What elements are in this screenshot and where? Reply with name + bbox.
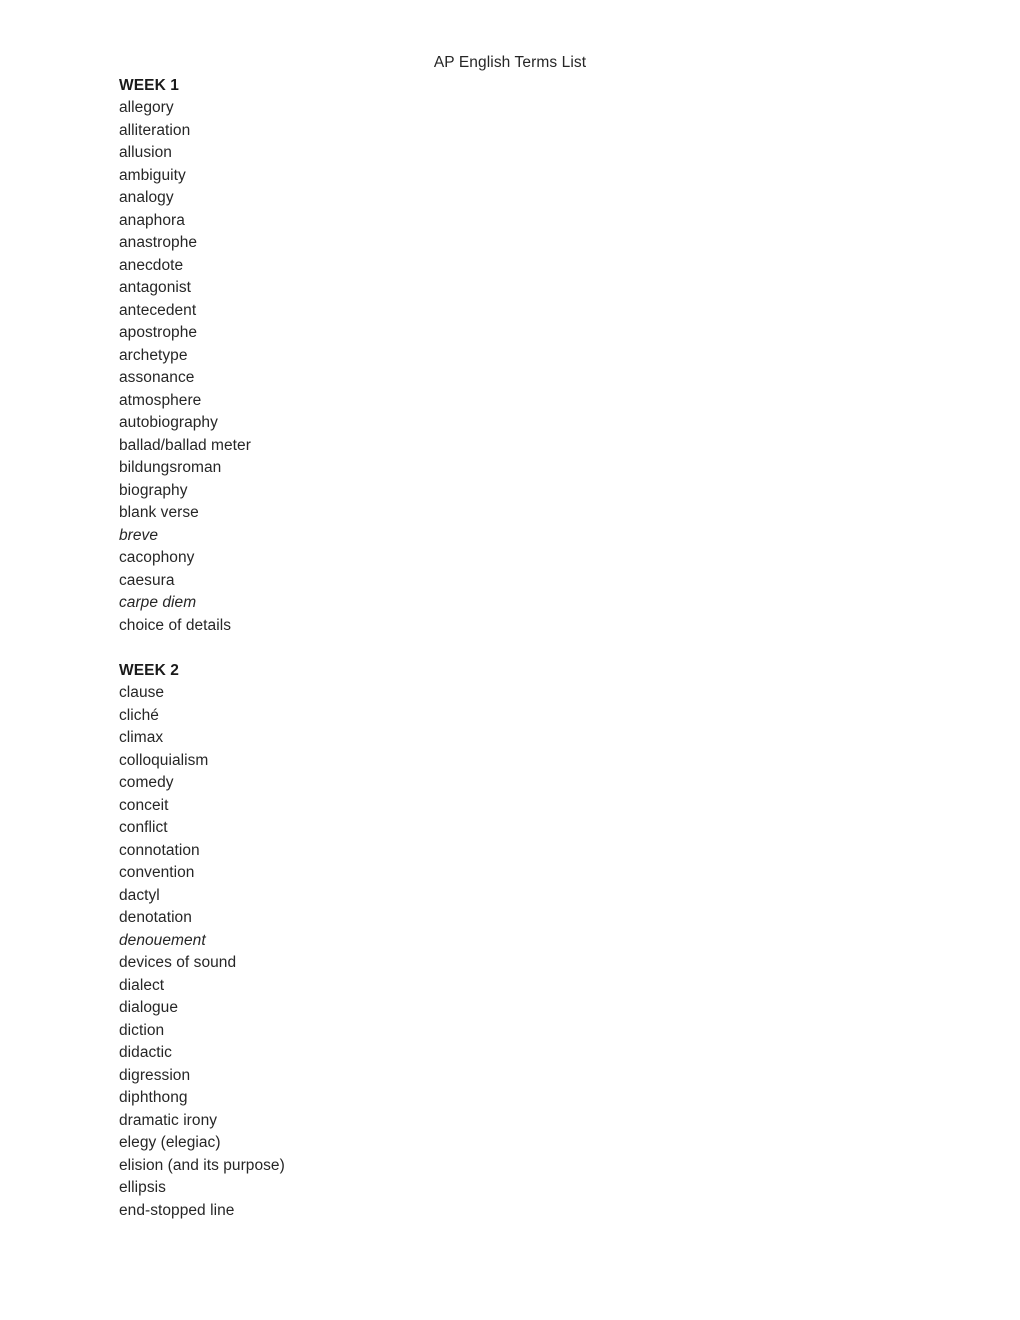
term-item: denotation (119, 909, 192, 926)
term-item: choice of details (119, 616, 231, 634)
term-item: apostrophe (119, 324, 198, 341)
term-item: allusion (119, 144, 172, 161)
term-item: elision (and its purpose) (119, 1156, 285, 1174)
term-list: allegory alliteration allusion ambiguity ana… (119, 97, 1020, 637)
term-item: ellipsis (119, 1179, 166, 1196)
term-item: conflict (119, 819, 168, 836)
term-item: cacophony (119, 549, 195, 566)
term-item: clause (119, 684, 165, 701)
term-item: anaphora (119, 211, 185, 229)
term-item: breve (119, 526, 159, 544)
term-item: ambiguity (119, 166, 186, 184)
term-item: ballad/ballad meter (119, 436, 251, 454)
term-item: elegy (elegiac) (119, 1134, 221, 1151)
term-item: convention (119, 864, 195, 881)
week-heading: WEEK 1 (119, 76, 180, 94)
term-list: clause cliché climax colloquialism comedy con… (119, 682, 1020, 1222)
term-item: anecdote (119, 256, 184, 274)
term-item: alliteration (119, 121, 191, 139)
term-item: denouement (119, 931, 206, 949)
term-item: diphthong (119, 1089, 188, 1106)
term-item: atmosphere (119, 391, 202, 409)
term-item: caesura (119, 571, 175, 589)
term-item: blank verse (119, 504, 199, 521)
term-item: climax (119, 729, 164, 746)
term-item: devices of sound (119, 954, 237, 971)
term-item: archetype (119, 346, 188, 364)
term-item: end-stopped line (119, 1201, 235, 1219)
document-page: AP English Terms List WEEK 1 allegory alli… (0, 0, 1020, 1320)
week-section: WEEK 2 clause cliché climax colloquialism com… (119, 660, 1020, 1223)
terms-content: WEEK 1 allegory alliteration allusion ambigu… (119, 75, 1020, 1223)
term-item: anastrophe (119, 234, 198, 251)
term-item: conceit (119, 796, 169, 814)
term-item: antagonist (119, 279, 192, 296)
term-item: colloquialism (119, 751, 209, 769)
term-item: dialogue (119, 999, 179, 1016)
term-item: allegory (119, 99, 174, 116)
term-item: antecedent (119, 301, 197, 319)
document-title: AP English Terms List (433, 54, 587, 71)
term-item: autobiography (119, 414, 218, 431)
term-item: dialect (119, 976, 165, 994)
term-item: dramatic irony (119, 1111, 218, 1129)
term-item: didactic (119, 1044, 172, 1061)
term-item: cliché (119, 706, 159, 724)
term-item: comedy (119, 774, 174, 791)
term-item: biography (119, 481, 188, 499)
term-item: assonance (119, 369, 195, 386)
term-item: bildungsroman (119, 459, 222, 476)
term-item: diction (119, 1021, 165, 1039)
term-item: digression (119, 1066, 191, 1084)
term-item: carpe diem (119, 594, 197, 611)
week-section: WEEK 1 allegory alliteration allusion ambigu… (119, 75, 1020, 638)
term-item: analogy (119, 189, 174, 206)
term-item: connotation (119, 841, 200, 859)
week-heading: WEEK 2 (119, 661, 180, 679)
term-item: dactyl (119, 886, 160, 904)
